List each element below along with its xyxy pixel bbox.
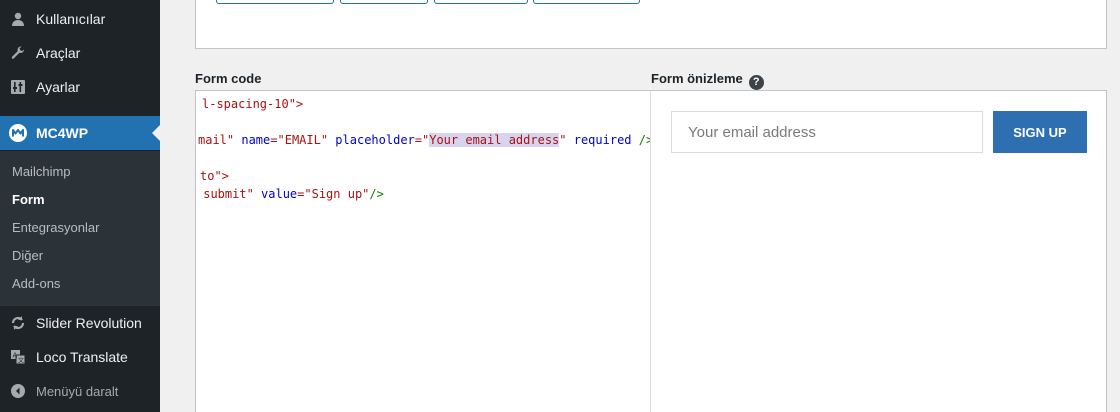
users-icon [8,9,28,29]
code-selection: Your email address [429,133,560,147]
top-panel [195,0,1107,49]
menu-item-mc4wp[interactable]: MC4WP [0,116,160,150]
form-preview-label: Form önizleme? [651,71,764,90]
admin-sidebar: Kullanıcılar Araçlar Ayarlar MC4WP Mailc… [0,0,160,412]
menu-item-loco-translate[interactable]: A文 Loco Translate [0,340,160,374]
code-token: placeholder [335,133,415,147]
form-preview-title: Form önizleme [651,71,743,86]
menu-label: Araçlar [36,45,81,61]
field-button[interactable] [434,0,528,4]
code-line: l-spacing-10"> [202,97,303,111]
submenu-item-addons[interactable]: Add-ons [12,276,60,291]
menu-label: Ayarlar [36,79,81,95]
menu-label: MC4WP [36,125,89,141]
mc4wp-submenu: Mailchimp Form Entegrasyonlar Diğer Add-… [0,151,160,306]
code-line: submit" value="Sign up"/> [196,187,384,201]
signup-button[interactable]: SIGN UP [993,111,1087,153]
menu-label: Kullanıcılar [36,11,106,27]
field-button[interactable] [340,0,428,4]
code-token: value [261,187,298,201]
help-icon[interactable]: ? [748,74,764,90]
code-token: ="EMAIL" [270,133,336,147]
code-token: required [573,133,632,147]
email-input[interactable] [671,111,983,153]
collapse-arrow-icon [8,381,28,401]
code-token: mail" [198,133,242,147]
code-token: /> [638,133,650,147]
menu-item-users[interactable]: Kullanıcılar [0,2,160,36]
svg-text:文: 文 [18,357,24,365]
form-preview-panel: SIGN UP [650,90,1107,412]
form-code-editor[interactable]: l-spacing-10"> mail" name="EMAIL" placeh… [195,90,651,412]
submenu-item-integrations[interactable]: Entegrasyonlar [12,220,99,235]
submenu-item-mailchimp[interactable]: Mailchimp [12,164,71,179]
submenu-item-form[interactable]: Form [12,192,45,207]
menu-item-settings[interactable]: Ayarlar [0,70,160,104]
code-token: name [241,133,271,147]
mc4wp-icon [8,123,28,143]
menu-item-tools[interactable]: Araçlar [0,36,160,70]
collapse-menu-button[interactable]: Menüyü daralt [0,374,160,408]
svg-text:A: A [13,352,18,360]
code-token: submit" [196,187,262,201]
code-token: /> [369,187,384,201]
form-code-label: Form code [195,71,262,86]
refresh-icon [8,313,28,333]
code-token: l-spacing-10"> [202,97,304,111]
code-line: to"> [200,169,229,183]
code-token: =" [414,133,430,147]
code-token: to"> [200,169,229,183]
field-button[interactable] [216,0,334,4]
code-token: ="Sign up" [297,187,370,201]
code-token: " [559,133,574,147]
menu-label: Loco Translate [36,349,128,365]
code-line: mail" name="EMAIL" placeholder="Your ema… [198,133,650,147]
translate-icon: A文 [8,347,28,367]
menu-label: Slider Revolution [36,315,142,331]
menu-item-slider-revolution[interactable]: Slider Revolution [0,306,160,340]
wrench-icon [8,43,28,63]
submenu-item-other[interactable]: Diğer [12,248,43,263]
collapse-label: Menüyü daralt [36,383,119,399]
field-button[interactable] [533,0,640,4]
settings-icon [8,77,28,97]
